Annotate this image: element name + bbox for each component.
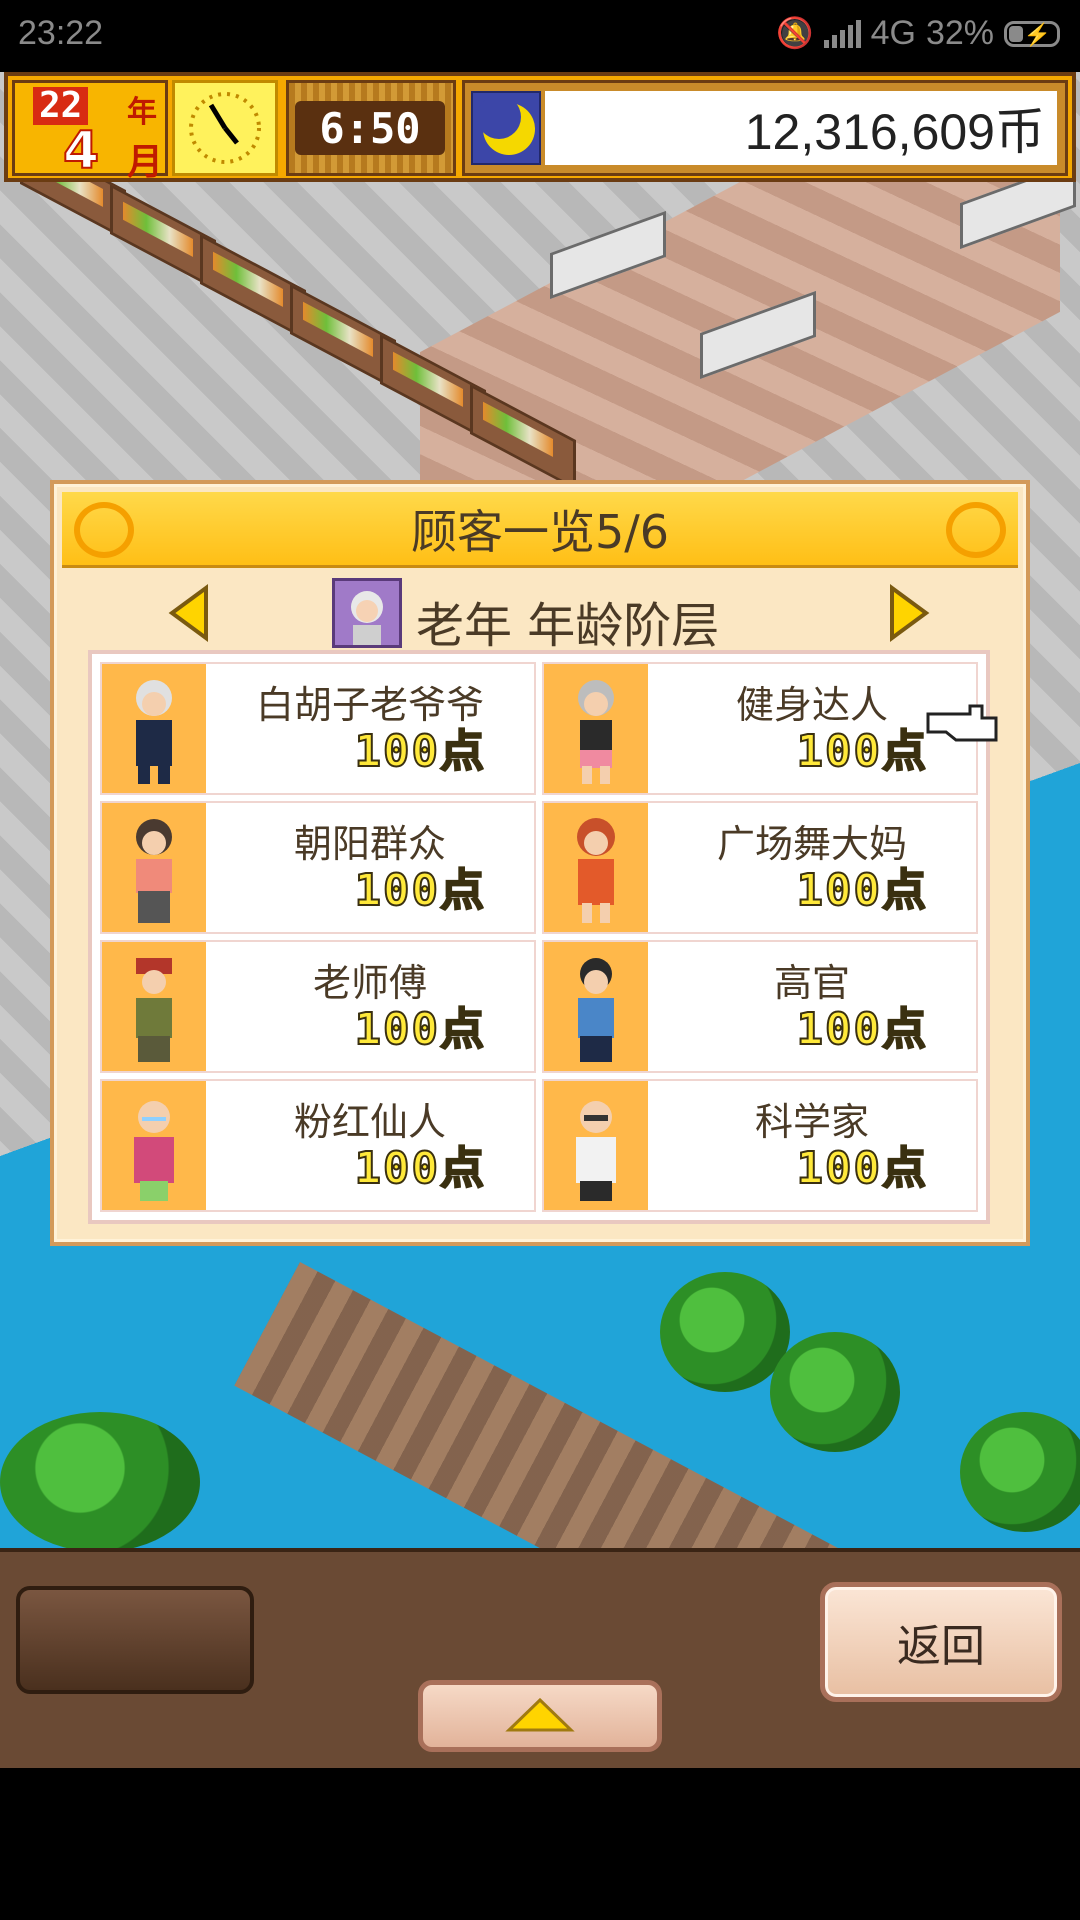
dialog-title: 顾客一览5/6 [410, 504, 670, 559]
date-display: 22 年 4 月 [12, 80, 168, 183]
pink-sage-portrait-icon [102, 1081, 206, 1210]
month-value: 4 [62, 121, 100, 181]
customer-points: 100点 [796, 1142, 928, 1195]
bottom-panel: 返回 [0, 1548, 1080, 1768]
top-hud: 22 年 4 月 6:50 12,316,609币 [4, 72, 1076, 183]
category-label: 老年 年龄阶层 [416, 598, 720, 654]
customer-card[interactable]: 科学家 100点 [542, 1079, 978, 1212]
expand-menu-button[interactable] [418, 1680, 662, 1752]
customer-points: 100点 [796, 725, 928, 778]
prev-category-button[interactable] [166, 584, 214, 642]
customer-card[interactable]: 健身达人 100点 [542, 662, 978, 795]
clock-icon [172, 80, 278, 176]
dialog-header: 顾客一览5/6 [62, 492, 1018, 568]
dancing-auntie-portrait-icon [544, 803, 648, 932]
status-time: 23:22 [18, 14, 104, 52]
game-time-display: 6:50 [286, 80, 456, 176]
month-unit: 月 [127, 142, 164, 183]
empty-slot [16, 1586, 254, 1694]
customer-points: 100点 [354, 1003, 486, 1056]
customer-card[interactable]: 老师傅 100点 [100, 940, 536, 1073]
master-craftsman-portrait-icon [102, 942, 206, 1071]
moon-icon [471, 91, 541, 165]
year-value: 22 [33, 87, 89, 125]
onlooker-portrait-icon [102, 803, 206, 932]
swirl-ornament-icon [946, 502, 1006, 558]
money-amount: 12,316,609币 [545, 91, 1057, 165]
customer-points: 100点 [354, 1142, 486, 1195]
mute-icon: 🔕 [776, 17, 814, 50]
category-selector: 老年 年龄阶层 [54, 570, 1026, 654]
up-arrow-icon [505, 1698, 575, 1732]
fitness-lady-portrait-icon [544, 664, 648, 793]
customer-card[interactable]: 广场舞大妈 100点 [542, 801, 978, 934]
pointing-hand-icon [926, 700, 1002, 748]
tree [770, 1332, 900, 1452]
back-button[interactable]: 返回 [820, 1582, 1062, 1702]
navigation-area [0, 1768, 1080, 1920]
customer-points: 100点 [354, 864, 486, 917]
customer-card[interactable]: 高官 100点 [542, 940, 978, 1073]
status-indicators: 🔕 4G 32% ⚡ [776, 14, 1060, 53]
left-arrow-icon [168, 584, 208, 642]
tree [0, 1412, 200, 1548]
tree [660, 1272, 790, 1392]
game-time: 6:50 [295, 101, 445, 155]
walkway [234, 1262, 1080, 1548]
network-type: 4G [870, 14, 916, 52]
customer-points: 100点 [796, 864, 928, 917]
right-arrow-icon [890, 584, 930, 642]
customer-list-dialog: 顾客一览5/6 老年 年龄阶层 白胡子老爷爷 100点 健身达人 100点 朝阳… [50, 480, 1030, 1246]
customer-points: 100点 [796, 1003, 928, 1056]
swirl-ornament-icon [74, 502, 134, 558]
year-unit: 年 [127, 95, 157, 130]
customer-points: 100点 [354, 725, 486, 778]
scientist-portrait-icon [544, 1081, 648, 1210]
old-man-portrait-icon [102, 664, 206, 793]
status-bar: 23:22 🔕 4G 32% ⚡ [0, 0, 1080, 72]
customer-grid: 白胡子老爷爷 100点 健身达人 100点 朝阳群众 100点 广场舞大妈 10… [88, 650, 990, 1224]
customer-card[interactable]: 粉红仙人 100点 [100, 1079, 536, 1212]
next-category-button[interactable] [884, 584, 932, 642]
battery-icon: ⚡ [1004, 20, 1060, 47]
battery-percent: 32% [925, 14, 994, 52]
customer-card[interactable]: 白胡子老爷爷 100点 [100, 662, 536, 795]
official-portrait-icon [544, 942, 648, 1071]
customer-card[interactable]: 朝阳群众 100点 [100, 801, 536, 934]
category-avatar [332, 578, 402, 648]
tree [960, 1412, 1080, 1532]
signal-icon [823, 19, 861, 48]
money-display: 12,316,609币 [462, 80, 1068, 176]
